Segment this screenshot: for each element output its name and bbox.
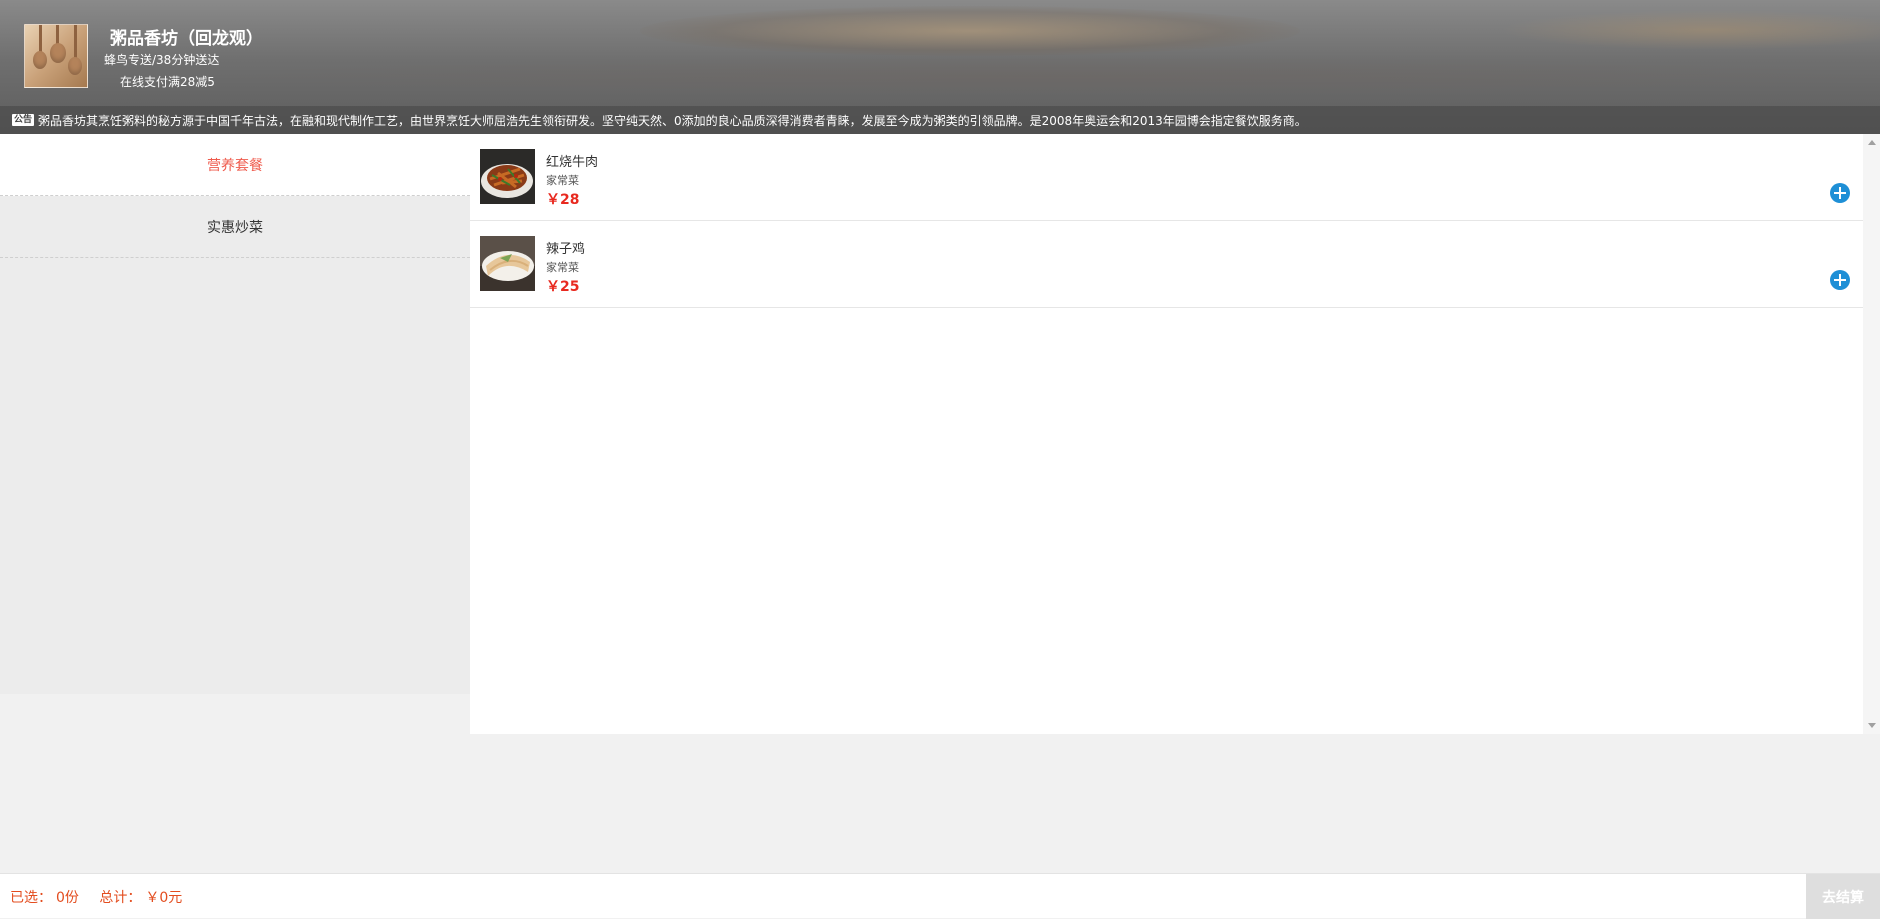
notice-text: 粥品香坊其烹饪粥料的秘方源于中国千年古法，在融和现代制作工艺，由世界烹饪大师屈浩… <box>38 113 1307 128</box>
product-image <box>480 149 535 204</box>
total-label: 总计： <box>99 890 142 906</box>
product-price: ￥25 <box>546 279 580 295</box>
product-item[interactable]: 红烧牛肉 家常菜 ￥28 <box>470 134 1880 221</box>
notice-bar[interactable]: 公告 粥品香坊其烹饪粥料的秘方源于中国千年古法，在融和现代制作工艺，由世界烹饪大… <box>0 106 1880 134</box>
product-item[interactable]: 辣子鸡 家常菜 ￥25 <box>470 221 1880 308</box>
shop-logo <box>24 24 88 88</box>
product-name: 辣子鸡 <box>546 242 586 257</box>
product-tag: 家常菜 <box>546 261 579 274</box>
product-list: 红烧牛肉 家常菜 ￥28 辣子鸡 家常菜 ￥25 <box>470 134 1880 734</box>
arrow-down-icon[interactable] <box>1868 723 1876 728</box>
arrow-up-icon[interactable] <box>1868 140 1876 145</box>
shop-delivery-info: 蜂鸟专送/38分钟送达 <box>104 53 220 67</box>
shop-promotion: 在线支付满28减5 <box>120 75 215 89</box>
header-background-decoration <box>200 56 1880 96</box>
product-name: 红烧牛肉 <box>546 155 599 170</box>
selected-count: 0份 <box>56 890 79 906</box>
category-item-nutrition-set[interactable]: 营养套餐 <box>0 134 470 196</box>
header-background-decoration <box>640 6 1300 56</box>
total-value: ￥0元 <box>145 890 183 906</box>
category-sidebar: 营养套餐 实惠炒菜 <box>0 134 470 694</box>
product-image <box>480 236 535 291</box>
plus-circle-icon[interactable] <box>1830 270 1850 290</box>
shop-header: 粥品香坊（回龙观） 蜂鸟专送/38分钟送达 在线支付满28减5 公告 粥品香坊其… <box>0 0 1880 134</box>
notice-badge: 公告 <box>12 114 35 126</box>
product-list-scrollbar[interactable] <box>1863 134 1880 734</box>
product-tag: 家常菜 <box>546 174 579 187</box>
category-item-value-dishes[interactable]: 实惠炒菜 <box>0 196 470 258</box>
cart-summary: 已选： 0份 总计： ￥0元 <box>10 887 186 907</box>
plus-circle-icon[interactable] <box>1830 183 1850 203</box>
checkout-button[interactable]: 去结算 <box>1806 874 1880 919</box>
product-price: ￥28 <box>546 192 580 208</box>
shop-name: 粥品香坊（回龙观） <box>110 29 263 49</box>
cart-bar: 已选： 0份 总计： ￥0元 去结算 <box>0 873 1880 919</box>
selected-label: 已选： <box>10 890 52 906</box>
header-background-decoration <box>1500 10 1880 50</box>
